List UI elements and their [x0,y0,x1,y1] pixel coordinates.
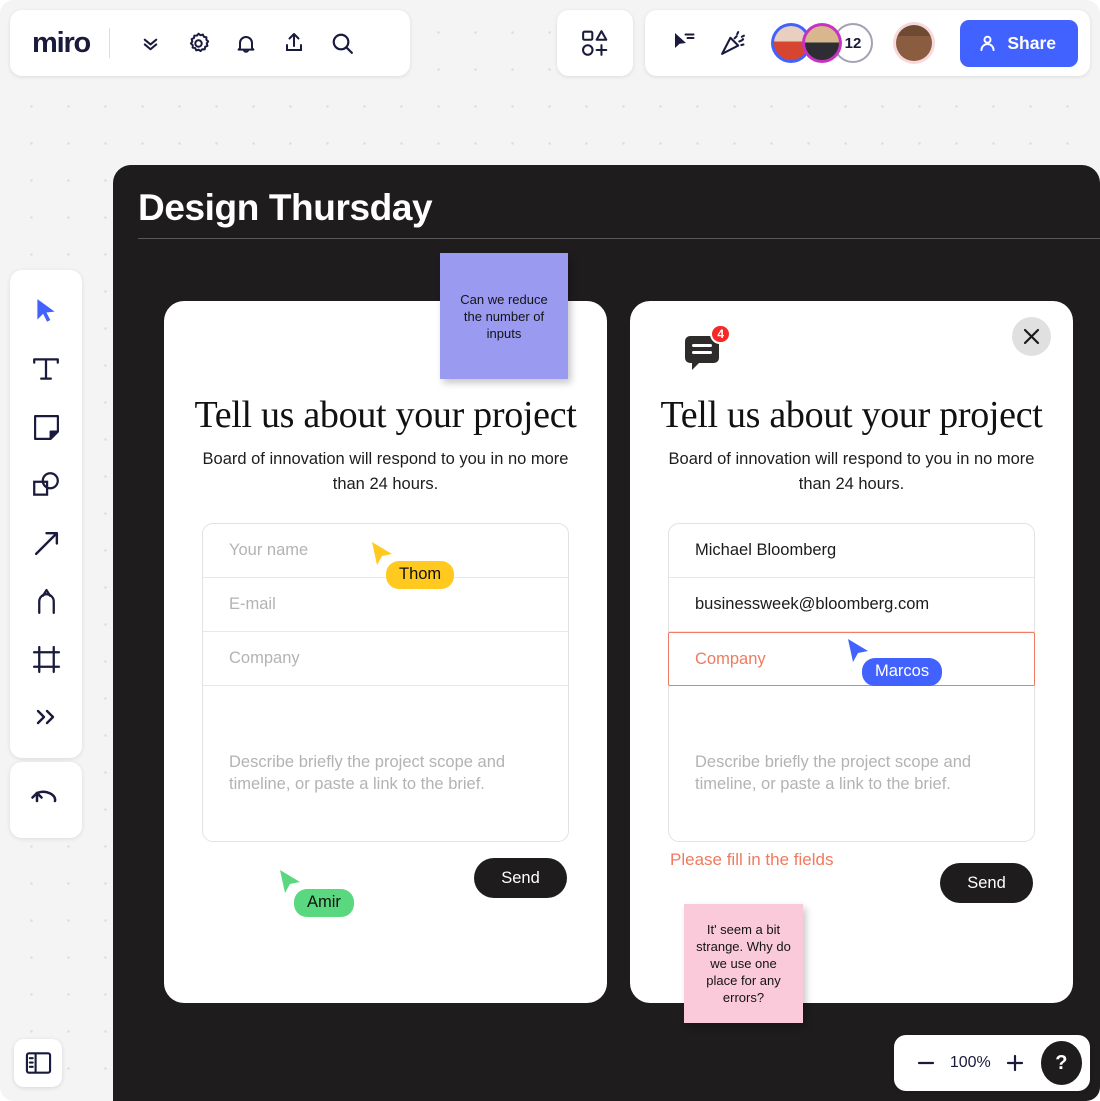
sticky-note-text: It' seem a bit strange. Why do we use on… [696,922,791,1005]
name-field[interactable]: Michael Bloomberg [669,524,1034,578]
form-card-left[interactable]: Tell us about your project Board of inno… [164,301,607,1003]
topbar-left-cluster: miro [10,10,410,76]
plus-icon [1006,1054,1023,1072]
arrow-tool[interactable] [20,514,72,572]
panel-toggle-button[interactable] [14,1039,62,1087]
zoom-level[interactable]: 100% [944,1054,997,1072]
tool-rail [10,270,82,758]
undo-button[interactable] [10,762,82,838]
collaborator-avatars[interactable]: 12 [771,23,873,63]
text-tool[interactable] [20,340,72,398]
avatar [805,26,839,60]
avatar-current-user[interactable] [893,22,935,64]
sticky-note-icon [33,414,59,440]
select-tool[interactable] [20,282,72,340]
form-subtitle: Board of innovation will respond to you … [668,450,1035,493]
sticky-note-text: Can we reduce the number of inputs [460,291,548,341]
party-popper-icon[interactable] [711,22,753,64]
person-icon [980,35,995,51]
miro-board-canvas[interactable]: Design Thursday Tell us about your proje… [0,0,1100,1101]
shapes-icon [33,472,59,496]
frame-icon [32,645,60,673]
email-field[interactable]: businessweek@bloomberg.com [669,578,1034,632]
close-icon [1023,328,1040,345]
cursor-label: Thom [386,561,455,589]
shapes-tool[interactable] [20,456,72,514]
sticky-note-purple[interactable]: Can we reduce the number of inputs [440,253,568,379]
page-title: Tell us about your project [194,394,577,436]
description-field[interactable]: Describe briefly the project scope and t… [203,686,568,841]
avatar-collaborator-2[interactable] [802,23,842,63]
share-button[interactable]: Share [960,19,1078,67]
cursor-chat-icon[interactable] [663,22,705,64]
help-button[interactable]: ? [1040,1041,1082,1085]
avatar [896,25,932,61]
form-error-message: Please fill in the fields [670,850,834,869]
frame-tool[interactable] [20,630,72,688]
search-icon[interactable] [321,22,363,64]
sticky-note-pink[interactable]: It' seem a bit strange. Why do we use on… [684,904,803,1023]
form-fields-group: Michael Bloomberg businessweek@bloomberg… [668,523,1035,842]
zoom-out-button[interactable] [910,1046,942,1080]
chevrons-right-icon [36,709,55,725]
close-button[interactable] [1012,317,1051,356]
send-button[interactable]: Send [474,858,567,898]
pen-icon [37,588,55,614]
cursor-label: Marcos [862,658,943,686]
gear-icon[interactable] [177,22,219,64]
zoom-in-button[interactable] [999,1046,1031,1080]
text-icon [33,358,59,380]
shapes-add-button[interactable] [557,10,633,76]
zoom-controls: 100% ? [894,1035,1090,1091]
comment-count: 4 [710,324,731,344]
cursor-label: Amir [294,889,354,917]
form-subtitle: Board of innovation will respond to you … [202,450,569,493]
minus-icon [917,1061,935,1065]
arrow-icon [34,531,58,555]
comment-badge[interactable]: 4 [685,324,731,370]
cursor-arrow-icon [37,299,55,322]
email-field[interactable]: E-mail [203,578,568,632]
frame-title-rule [138,238,1100,239]
pen-tool[interactable] [20,572,72,630]
sticky-note-tool[interactable] [20,398,72,456]
miro-logo[interactable]: miro [32,27,91,60]
company-field[interactable]: Company [203,632,568,686]
upload-icon[interactable] [273,22,315,64]
description-field[interactable]: Describe briefly the project scope and t… [669,686,1034,841]
toolbar-divider [109,28,111,58]
send-button[interactable]: Send [940,863,1033,903]
more-tools[interactable] [20,688,72,746]
share-label: Share [1007,32,1056,53]
frame-title: Design Thursday [138,187,433,228]
undo-icon [31,790,57,803]
topbar-right-cluster: 12 Share [645,10,1090,76]
panel-toggle-icon [25,1052,51,1074]
shapes-add-icon [582,30,608,56]
bell-icon[interactable] [225,22,267,64]
chevrons-down-icon[interactable] [129,22,171,64]
page-title: Tell us about your project [660,394,1043,436]
